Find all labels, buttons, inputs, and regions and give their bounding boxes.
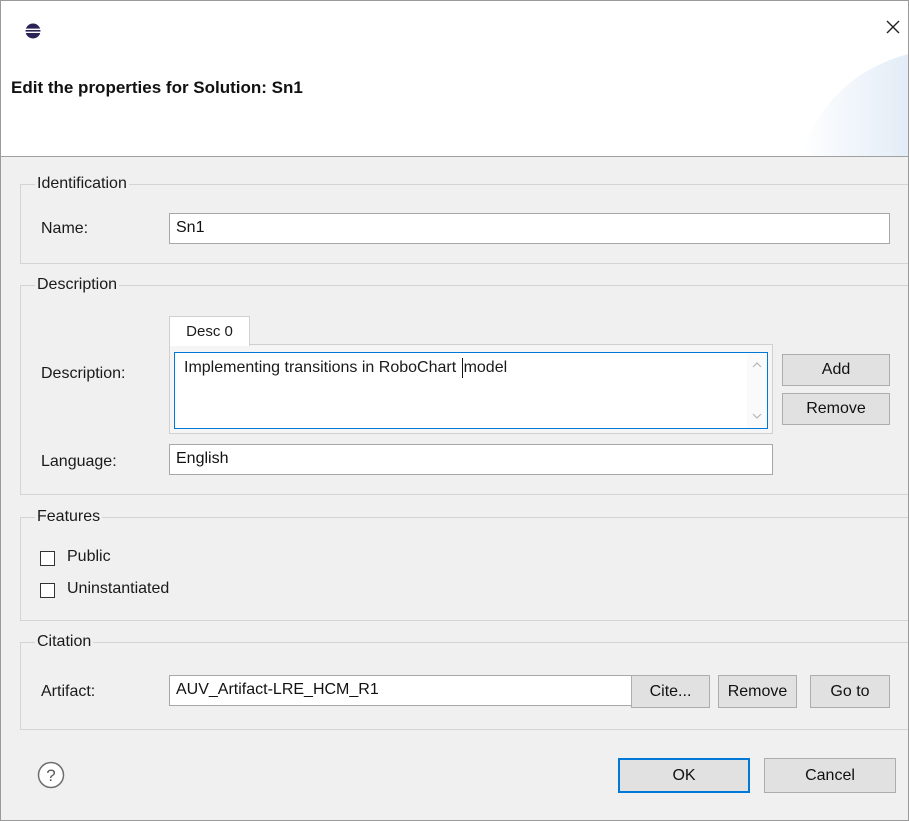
description-label: Description: [41, 365, 126, 382]
text-caret [461, 358, 463, 378]
dialog-title: Edit the properties for Solution: Sn1 [11, 78, 303, 97]
language-input[interactable]: English [169, 444, 773, 475]
description-title: Description [35, 275, 120, 295]
uninstantiated-checkbox[interactable] [40, 583, 55, 598]
properties-dialog: Edit the properties for Solution: Sn1 Id… [0, 0, 909, 821]
remove-citation-button[interactable]: Remove [718, 675, 797, 708]
description-textarea[interactable]: Implementing transitions in RoboChart mo… [174, 352, 768, 429]
description-scrollbar[interactable] [747, 353, 767, 428]
name-label: Name: [41, 220, 89, 237]
language-label: Language: [41, 453, 117, 470]
description-text-after: model [463, 359, 508, 377]
uninstantiated-label: Uninstantiated [67, 580, 170, 597]
citation-group: Citation Artifact: AUV_Artifact-LRE_HCM_… [20, 632, 908, 730]
description-text-before: Implementing transitions in RoboChart [184, 359, 461, 377]
cancel-button[interactable]: Cancel [764, 758, 896, 793]
identification-title: Identification [35, 174, 129, 194]
scroll-down-icon[interactable] [752, 412, 762, 420]
artifact-label: Artifact: [41, 683, 96, 700]
features-title: Features [35, 507, 103, 527]
description-group: Description Desc 0 Description: Implemen… [20, 275, 908, 495]
features-group: Features Public Uninstantiated [20, 507, 908, 621]
svg-text:?: ? [46, 766, 55, 785]
artifact-input[interactable]: AUV_Artifact-LRE_HCM_R1 [169, 675, 639, 706]
header-divider [1, 156, 908, 157]
citation-title: Citation [35, 632, 94, 652]
dialog-header: Edit the properties for Solution: Sn1 [1, 1, 908, 157]
tab-desc-0[interactable]: Desc 0 [169, 316, 250, 346]
add-description-button[interactable]: Add [782, 354, 890, 386]
banner-decoration [801, 54, 908, 157]
description-text: Implementing transitions in RoboChart mo… [184, 358, 507, 378]
scroll-up-icon[interactable] [752, 361, 762, 369]
eclipse-icon [25, 23, 41, 39]
identification-group: Identification Name: Sn1 [20, 174, 908, 264]
cite-button[interactable]: Cite... [631, 675, 710, 708]
goto-button[interactable]: Go to [810, 675, 890, 708]
public-checkbox[interactable] [40, 551, 55, 566]
remove-description-button[interactable]: Remove [782, 393, 890, 425]
public-label: Public [67, 548, 111, 565]
name-input[interactable]: Sn1 [169, 213, 890, 244]
help-icon[interactable]: ? [37, 761, 65, 789]
ok-button[interactable]: OK [618, 758, 750, 793]
